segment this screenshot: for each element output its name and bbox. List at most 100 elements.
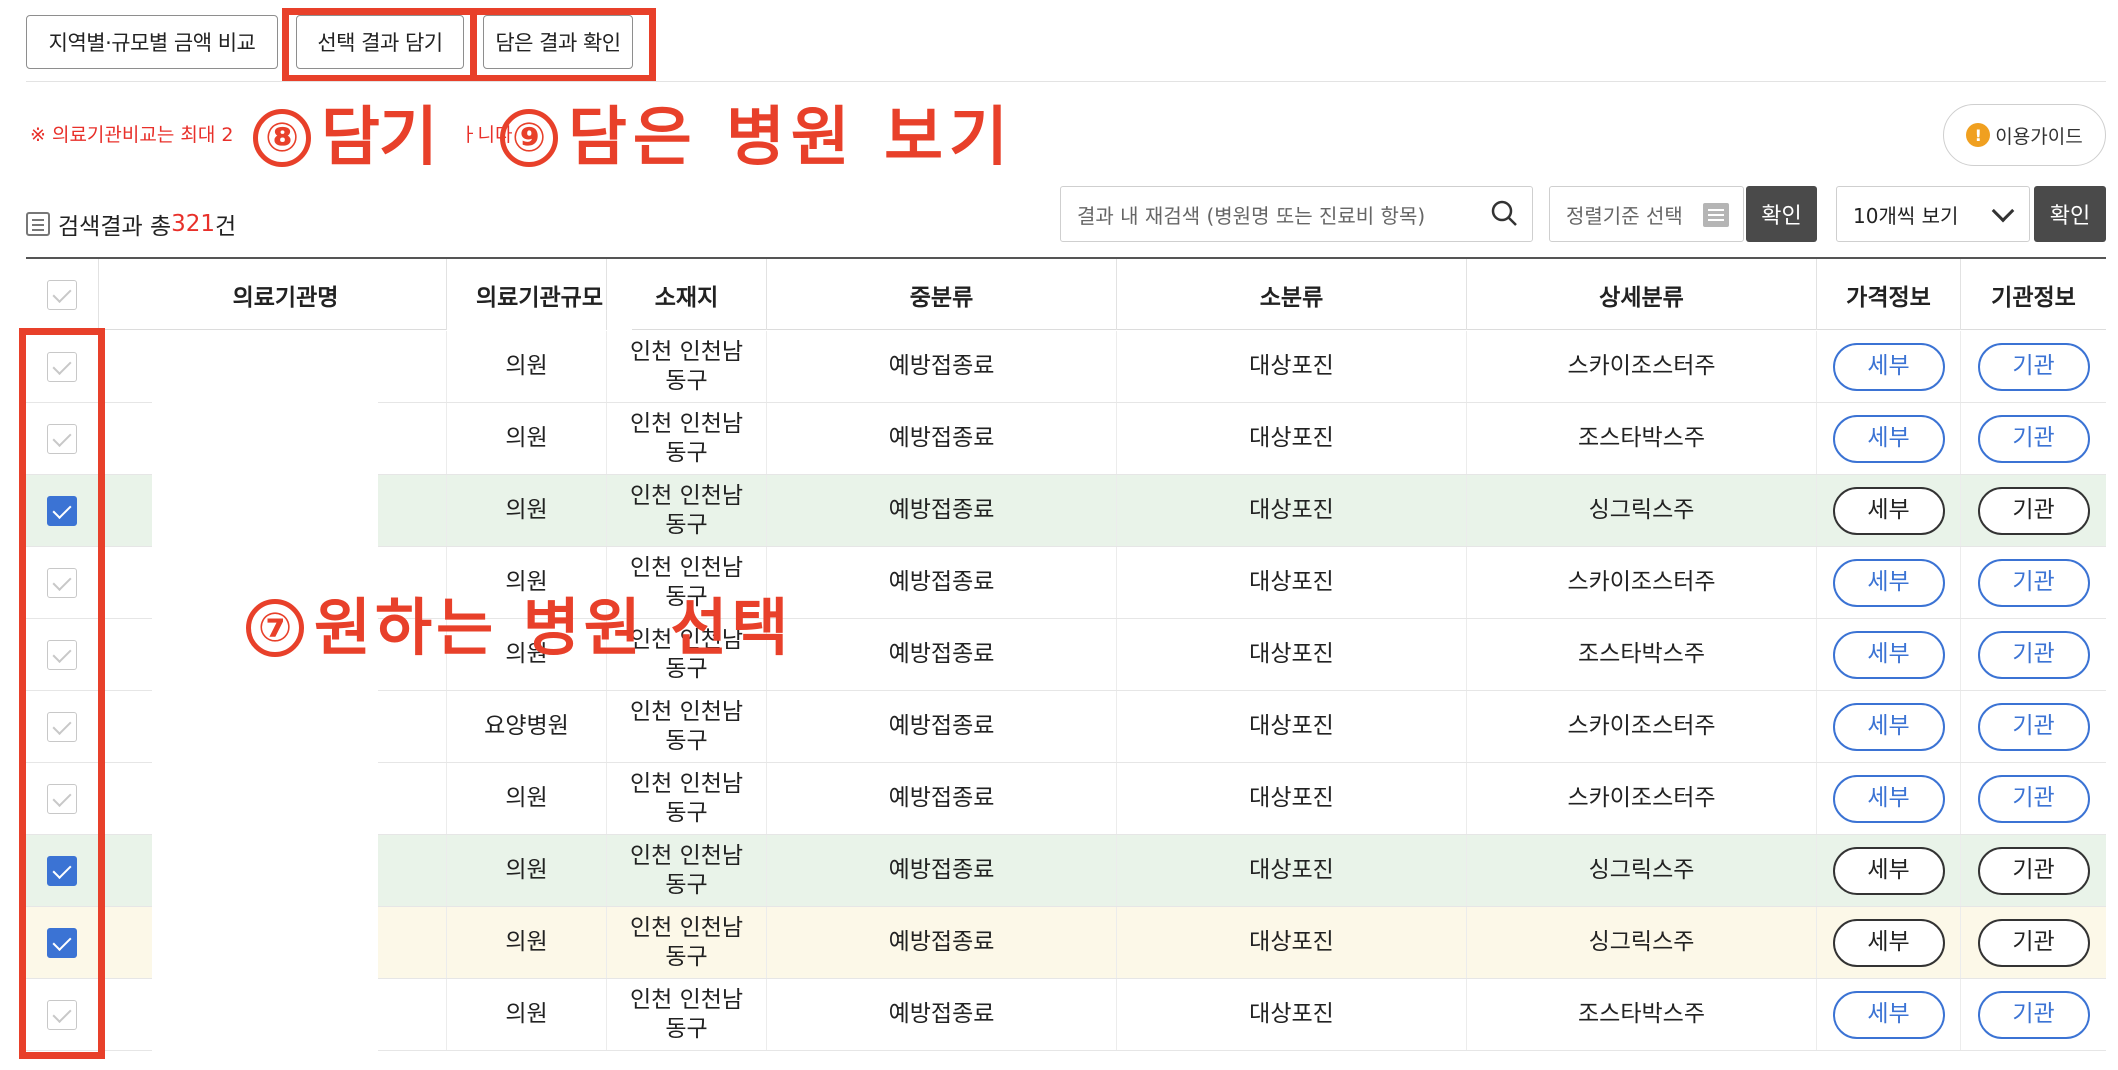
view-added-results-button[interactable]: 담은 결과 확인 [483,15,633,69]
location-line1: 인천 인천남 [629,914,744,941]
row-checkbox[interactable] [47,927,77,958]
header-detail-category: 상세분류 [1466,259,1816,330]
detail-category-cell: 스카이조스터주 [1466,547,1816,618]
size-cell: 의원 [446,331,606,402]
header-location: 소재지 [606,259,766,330]
detail-category-cell: 싱그릭스주 [1466,835,1816,906]
location-cell: 인천 인천남 동구 [606,475,766,546]
org-button[interactable]: 기관 [1977,846,2090,895]
org-info-cell: 기관 [1960,763,2106,834]
org-button[interactable]: 기관 [1977,918,2090,967]
annotation-step9-text: 담은 병원 보기 [568,101,1014,175]
location-line1: 인천 인천남 [629,482,744,509]
region-size-compare-button[interactable]: 지역별·규모별 금액 비교 [26,15,278,69]
select-all-cell [26,259,98,330]
annotation-step7-text: 원하는 병원 선택 [314,591,793,664]
detail-button[interactable]: 세부 [1832,990,1945,1039]
result-number: 321 [171,211,216,237]
detail-category-cell: 조스타박스주 [1466,403,1816,474]
detail-category-cell: 스카이조스터주 [1466,691,1816,762]
detail-button[interactable]: 세부 [1832,774,1945,823]
header-size: 의료기관규모 [446,259,632,330]
org-button[interactable]: 기관 [1977,414,2090,463]
price-info-cell: 세부 [1816,691,1960,762]
row-checkbox-cell [26,907,98,978]
location-cell: 인천 인천남 동구 [606,403,766,474]
detail-category-cell: 스카이조스터주 [1466,763,1816,834]
add-selected-results-button[interactable]: 선택 결과 담기 [296,15,464,69]
size-cell: 의원 [446,475,606,546]
list-icon [26,212,50,236]
detail-category-cell: 조스타박스주 [1466,979,1816,1050]
mid-category-cell: 예방접종료 [766,331,1116,402]
row-checkbox[interactable] [47,855,77,886]
detail-button[interactable]: 세부 [1832,918,1945,967]
mid-category-cell: 예방접종료 [766,763,1116,834]
divider [26,81,2106,82]
org-info-cell: 기관 [1960,979,2106,1050]
row-checkbox[interactable] [47,999,77,1030]
page-size-confirm-button[interactable]: 확인 [2034,186,2106,242]
row-checkbox[interactable] [47,711,77,742]
annotation-step7: ⑦ 원하는 병원 선택 [246,577,792,667]
usage-guide-button[interactable]: ! 이용가이드 [1943,104,2106,166]
search-icon[interactable] [1490,199,1518,227]
small-category-cell: 대상포진 [1116,907,1466,978]
result-suffix: 건 [215,214,237,240]
mid-category-cell: 예방접종료 [766,619,1116,690]
detail-button[interactable]: 세부 [1832,846,1945,895]
annotation-step8-number: ⑧ [253,109,311,167]
detail-button[interactable]: 세부 [1832,558,1945,607]
location-line2: 동구 [665,799,708,826]
header-mid-category: 중분류 [766,259,1116,330]
detail-category-cell: 싱그릭스주 [1466,907,1816,978]
small-category-cell: 대상포진 [1116,547,1466,618]
row-checkbox[interactable] [47,495,77,526]
org-button[interactable]: 기관 [1977,558,2090,607]
detail-button[interactable]: 세부 [1832,414,1945,463]
mid-category-cell: 예방접종료 [766,547,1116,618]
org-button[interactable]: 기관 [1977,342,2090,391]
search-input[interactable]: 결과 내 재검색 (병원명 또는 진료비 항목) [1060,186,1533,242]
row-checkbox-cell [26,691,98,762]
detail-button[interactable]: 세부 [1832,486,1945,535]
page-size-select[interactable]: 10개씩 보기 [1836,186,2030,242]
annotation-step9-number: ⑨ [500,109,558,167]
small-category-cell: 대상포진 [1116,403,1466,474]
header-small-category: 소분류 [1116,259,1466,330]
chevron-down-icon [1991,199,2015,223]
mid-category-cell: 예방접종료 [766,691,1116,762]
price-info-cell: 세부 [1816,547,1960,618]
location-line1: 인천 인천남 [629,410,744,437]
annotation-step9: ⑨ 담은 병원 보기 [500,86,1014,178]
org-button[interactable]: 기관 [1977,486,2090,535]
detail-button[interactable]: 세부 [1832,342,1945,391]
org-info-cell: 기관 [1960,547,2106,618]
org-button[interactable]: 기관 [1977,774,2090,823]
row-checkbox[interactable] [47,351,77,382]
small-category-cell: 대상포진 [1116,763,1466,834]
detail-category-cell: 조스타박스주 [1466,619,1816,690]
price-info-cell: 세부 [1816,619,1960,690]
location-line2: 동구 [665,727,708,754]
detail-button[interactable]: 세부 [1832,630,1945,679]
row-checkbox[interactable] [47,783,77,814]
detail-button[interactable]: 세부 [1832,702,1945,751]
small-category-cell: 대상포진 [1116,979,1466,1050]
org-button[interactable]: 기관 [1977,990,2090,1039]
annotation-step8: ⑧ 담기 [253,86,438,178]
select-all-checkbox[interactable] [47,279,77,310]
row-checkbox[interactable] [47,567,77,598]
annotation-step7-number: ⑦ [246,599,304,657]
row-checkbox[interactable] [47,639,77,670]
sort-select[interactable]: 정렬기준 선택 [1549,186,1744,242]
location-line2: 동구 [665,439,708,466]
location-line1: 인천 인천남 [629,698,744,725]
org-button[interactable]: 기관 [1977,630,2090,679]
price-info-cell: 세부 [1816,763,1960,834]
location-line1: 인천 인천남 [629,986,744,1013]
mid-category-cell: 예방접종료 [766,835,1116,906]
sort-confirm-button[interactable]: 확인 [1746,186,1817,242]
row-checkbox[interactable] [47,423,77,454]
org-button[interactable]: 기관 [1977,702,2090,751]
